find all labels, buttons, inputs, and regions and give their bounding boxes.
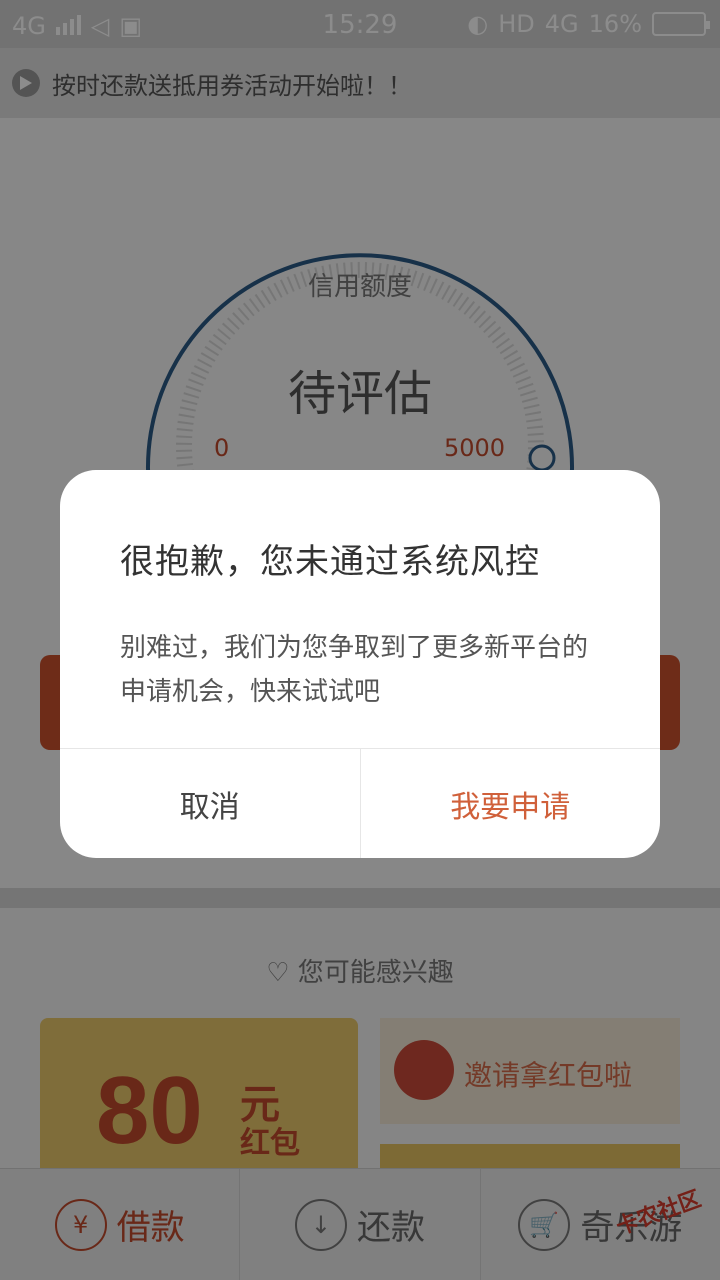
- apply-now-button[interactable]: 我要申请: [359, 749, 661, 858]
- dialog-message: 别难过，我们为您争取到了更多新平台的申请机会，快来试试吧: [120, 633, 589, 707]
- risk-dialog: 很抱歉，您未通过系统风控 别难过，我们为您争取到了更多新平台的申请机会，快来试试…: [60, 470, 660, 858]
- dialog-buttons: 取消 我要申请: [60, 748, 660, 858]
- cancel-button[interactable]: 取消: [60, 749, 360, 858]
- dialog-title: 很抱歉，您未通过系统风控: [120, 542, 540, 582]
